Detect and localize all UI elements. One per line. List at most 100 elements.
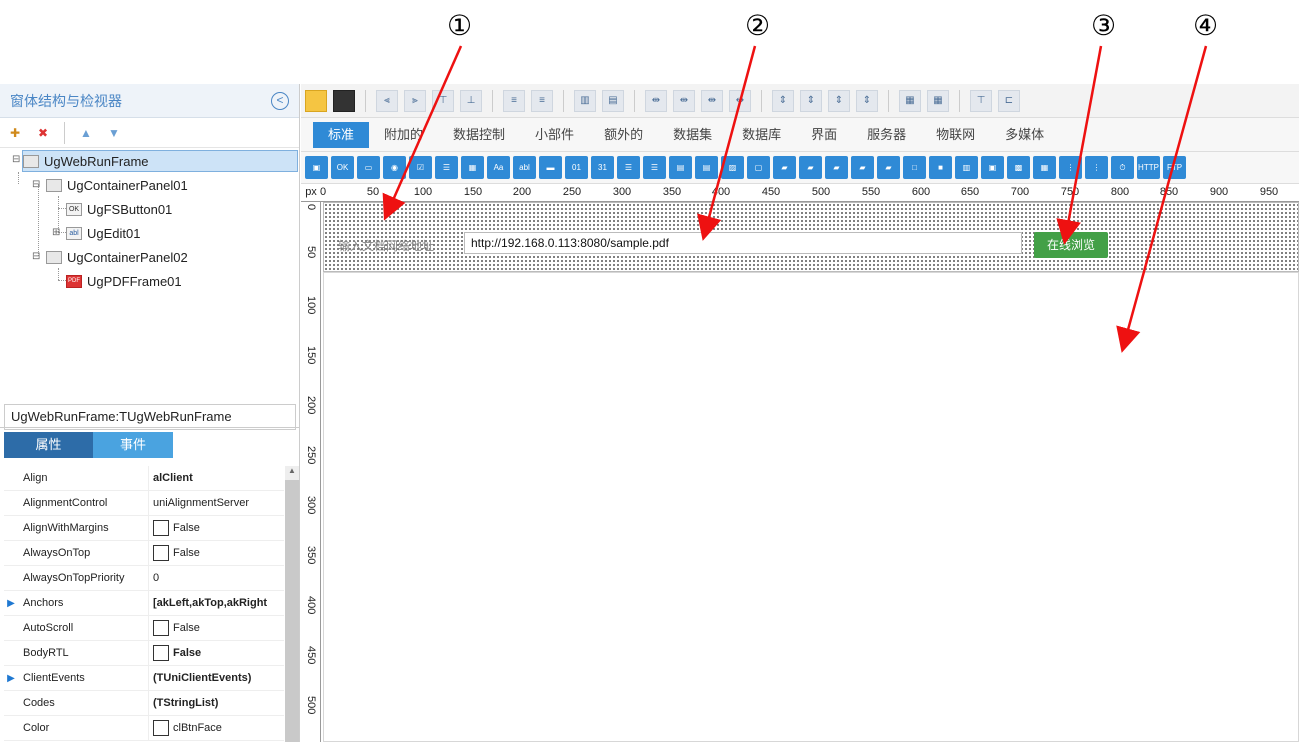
property-row[interactable]: AutoScroll False: [4, 615, 284, 641]
frame-component-icon[interactable]: ▣: [305, 156, 328, 179]
tab-data-controls[interactable]: 数据控制: [438, 122, 520, 148]
space-v-remove-icon[interactable]: ⇕: [856, 89, 878, 112]
bring-front-icon[interactable]: ⊤: [970, 89, 992, 112]
move-down-icon[interactable]: ▼: [103, 123, 125, 143]
tree-node-containerpanel02[interactable]: UgContainerPanel02: [46, 246, 188, 268]
tab-server[interactable]: 服务器: [852, 122, 921, 148]
scroll-up-icon[interactable]: ▲: [285, 466, 299, 480]
space-v-equal-icon[interactable]: ⇕: [772, 89, 794, 112]
property-row[interactable]: AlwaysOnTopPriority 0: [4, 565, 284, 591]
send-back-icon[interactable]: ⊏: [998, 89, 1020, 112]
number-component-icon[interactable]: 01: [565, 156, 588, 179]
tab-iot[interactable]: 物联网: [921, 122, 990, 148]
checkbox[interactable]: [153, 520, 169, 536]
checkbox-component-icon[interactable]: ☑: [409, 156, 432, 179]
pdf-frame-panel[interactable]: [323, 272, 1299, 742]
align-left-icon[interactable]: ⫷: [376, 89, 398, 112]
grid-component-icon[interactable]: ▦: [461, 156, 484, 179]
checkbox[interactable]: [153, 545, 169, 561]
panel-component-icon[interactable]: ▭: [357, 156, 380, 179]
property-row[interactable]: ▶ Anchors [akLeft,akTop,akRight: [4, 590, 284, 616]
radio-component-icon[interactable]: ◉: [383, 156, 406, 179]
add-component-icon[interactable]: ✚: [4, 123, 26, 143]
listbox-component-icon[interactable]: ▤: [695, 156, 718, 179]
space-v-inc-icon[interactable]: ⇕: [800, 89, 822, 112]
tree-node-pdfframe01[interactable]: PDF UgPDFFrame01: [66, 270, 182, 292]
tab-dataset[interactable]: 数据集: [658, 122, 727, 148]
folder-component-icon-2[interactable]: ▰: [799, 156, 822, 179]
folder-component-icon-3[interactable]: ▰: [825, 156, 848, 179]
browser-component-icon[interactable]: ▣: [981, 156, 1004, 179]
tree-component-icon[interactable]: ⋮: [1059, 156, 1082, 179]
button-component-icon[interactable]: OK: [331, 156, 354, 179]
tab-properties[interactable]: 属性: [4, 432, 93, 458]
align-bottom-icon[interactable]: ⊥: [460, 89, 482, 112]
ftp-component-icon[interactable]: FTP: [1163, 156, 1186, 179]
container-component-icon[interactable]: ▢: [747, 156, 770, 179]
collapse-icon[interactable]: <: [271, 91, 289, 110]
folder-component-icon-1[interactable]: ▰: [773, 156, 796, 179]
tree-node-edit01[interactable]: abl UgEdit01: [66, 222, 140, 244]
list-component-icon[interactable]: ☰: [435, 156, 458, 179]
delete-component-icon[interactable]: ✖: [32, 123, 54, 143]
space-v-dec-icon[interactable]: ⇕: [828, 89, 850, 112]
checkbox[interactable]: [153, 620, 169, 636]
property-row[interactable]: AlwaysOnTop False: [4, 540, 284, 566]
view-online-button[interactable]: 在线浏览: [1034, 232, 1108, 258]
input-component-icon[interactable]: ▬: [539, 156, 562, 179]
folder-component-icon-4[interactable]: ▰: [851, 156, 874, 179]
same-width-icon[interactable]: ▦: [899, 89, 921, 112]
tab-interface[interactable]: 界面: [796, 122, 852, 148]
property-row[interactable]: BodyRTL False: [4, 640, 284, 666]
box-component-icon[interactable]: ■: [929, 156, 952, 179]
property-row[interactable]: Color clBtnFace: [4, 715, 284, 741]
container-panel-01[interactable]: 输入文档网络地址 http://192.168.0.113:8080/sampl…: [323, 202, 1299, 272]
property-row[interactable]: AlignWithMargins False: [4, 515, 284, 541]
align-vcenter-icon[interactable]: ≡: [531, 89, 553, 112]
save-icon[interactable]: [333, 89, 355, 112]
center-h-icon[interactable]: ▥: [574, 89, 596, 112]
property-row[interactable]: Align alClient: [4, 465, 284, 491]
open-icon[interactable]: [305, 89, 327, 112]
property-row[interactable]: ▶ ClientEvents (TUniClientEvents): [4, 665, 284, 691]
label-component-icon[interactable]: Aa: [487, 156, 510, 179]
image-component-icon[interactable]: ▨: [721, 156, 744, 179]
tab-multimedia[interactable]: 多媒体: [990, 122, 1059, 148]
tab-standard[interactable]: 标准: [313, 121, 370, 148]
tree2-component-icon[interactable]: ⋮: [1085, 156, 1108, 179]
align-right-icon[interactable]: ⫸: [404, 89, 426, 112]
url-input[interactable]: http://192.168.0.113:8080/sample.pdf: [464, 232, 1022, 254]
color-swatch[interactable]: [153, 720, 169, 736]
tree-node-webrunframe[interactable]: UgWebRunFrame: [22, 150, 298, 172]
move-up-icon[interactable]: ▲: [75, 123, 97, 143]
tree-node-containerpanel01[interactable]: UgContainerPanel01: [46, 174, 188, 196]
space-h-remove-icon[interactable]: ⇹: [729, 89, 751, 112]
property-row[interactable]: Codes (TStringList): [4, 690, 284, 716]
center-v-icon[interactable]: ▤: [602, 89, 624, 112]
folder-component-icon-5[interactable]: ▰: [877, 156, 900, 179]
http-component-icon[interactable]: HTTP: [1137, 156, 1160, 179]
date-component-icon[interactable]: 31: [591, 156, 614, 179]
table-component-icon[interactable]: ▦: [1033, 156, 1056, 179]
property-row[interactable]: AlignmentControl uniAlignmentServer: [4, 490, 284, 516]
space-h-equal-icon[interactable]: ⇹: [645, 89, 667, 112]
edit-component-icon[interactable]: abl: [513, 156, 536, 179]
tab-widgets[interactable]: 小部件: [520, 122, 589, 148]
tab-extra[interactable]: 额外的: [589, 122, 658, 148]
same-height-icon[interactable]: ▦: [927, 89, 949, 112]
tab-events[interactable]: 事件: [93, 432, 173, 458]
image2-component-icon[interactable]: ▩: [1007, 156, 1030, 179]
timer-component-icon[interactable]: ⏱: [1111, 156, 1134, 179]
blank-component-icon[interactable]: □: [903, 156, 926, 179]
tabs-component-icon[interactable]: ▤: [669, 156, 692, 179]
memo-component-icon[interactable]: ☰: [617, 156, 640, 179]
property-scrollbar[interactable]: ▲: [285, 466, 299, 742]
tree-node-fsbutton01[interactable]: OK UgFSButton01: [66, 198, 172, 220]
combo-component-icon[interactable]: ☰: [643, 156, 666, 179]
space-h-inc-icon[interactable]: ⇹: [673, 89, 695, 112]
align-top-icon[interactable]: ⊤: [432, 89, 454, 112]
align-hcenter-icon[interactable]: ≡: [503, 89, 525, 112]
tab-additional[interactable]: 附加的: [369, 122, 438, 148]
space-h-dec-icon[interactable]: ⇹: [701, 89, 723, 112]
tab-database[interactable]: 数据库: [727, 122, 796, 148]
